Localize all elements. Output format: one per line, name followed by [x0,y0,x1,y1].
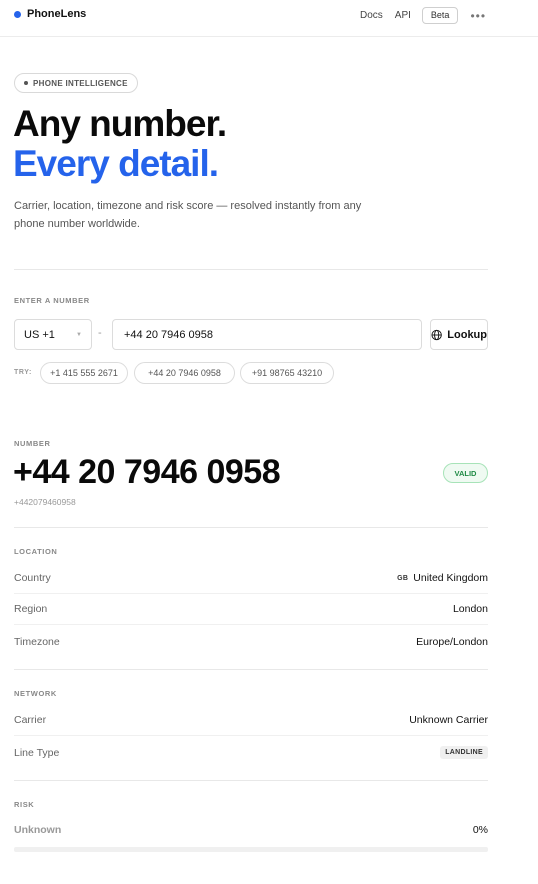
example-chip[interactable]: +91 98765 43210 [240,362,334,384]
country-value: United Kingdom [413,572,488,584]
risk-row: Unknown 0% [14,814,488,845]
country-row: Country GB United Kingdom [14,563,488,594]
raw-number: +442079460958 [14,497,76,507]
more-menu-icon[interactable]: ••• [470,10,486,22]
section-pill: PHONE INTELLIGENCE [14,73,138,93]
country-code-value: US +1 [24,328,55,341]
divider [14,269,488,270]
risk-level: Unknown [14,823,62,836]
example-chip[interactable]: +44 20 7946 0958 [134,362,235,384]
beta-badge[interactable]: Beta [421,7,459,24]
timezone-value: Europe/London [416,635,488,648]
gb-flag-icon: GB [397,574,409,582]
nav-docs-link[interactable]: Docs [360,10,383,21]
line-type-key: Line Type [14,746,60,759]
country-code-select[interactable]: US +1 ▼ [14,319,92,350]
input-separator: - [98,327,102,339]
top-nav: Docs API Beta ••• [360,7,486,24]
hero-title-line2: Every detail. [13,143,219,184]
brand-name: PhoneLens [27,8,87,20]
hero-title-line1: Any number. [13,103,227,144]
pill-label: PHONE INTELLIGENCE [33,78,128,88]
globe-icon [431,329,442,340]
lookup-label: Lookup [447,328,487,341]
carrier-row: Carrier Unknown Carrier [14,705,488,736]
example-chip[interactable]: +1 415 555 2671 [40,362,128,384]
location-label: LOCATION [14,547,58,556]
line-type-tag: LANDLINE [440,746,488,759]
brand-dot-icon [14,10,21,18]
carrier-key: Carrier [14,714,47,726]
region-key: Region [14,603,48,615]
country-key: Country [14,572,51,584]
nav-api-link[interactable]: API [395,10,411,21]
top-bar: PhoneLens Docs API Beta ••• [0,0,538,37]
divider [14,527,488,528]
phone-number-input[interactable] [112,319,422,350]
brand[interactable]: PhoneLens [14,8,86,20]
divider [14,780,488,781]
try-label: TRY: [14,369,32,376]
hero-description: Carrier, location, timezone and risk sco… [14,200,362,230]
risk-label: RISK [14,800,35,809]
valid-status-badge: VALID [443,463,488,483]
caret-down-icon: ▼ [76,331,82,338]
lookup-button[interactable]: Lookup [430,319,488,350]
enter-number-label: ENTER A NUMBER [14,296,90,305]
divider [14,669,488,670]
line-type-row: Line Type LANDLINE [14,737,488,768]
number-label: NUMBER [14,439,51,448]
network-label: NETWORK [14,689,57,698]
risk-score-bar [14,847,488,852]
risk-score: 0% [472,823,488,836]
pill-dot-icon [24,81,28,85]
country-value-wrap: GB United Kingdom [397,572,488,584]
region-value: London [452,603,488,615]
region-row: Region London [14,594,488,625]
formatted-number: +44 20 7946 0958 [13,453,281,491]
carrier-value: Unknown Carrier [409,714,488,726]
timezone-key: Timezone [14,635,60,648]
timezone-row: Timezone Europe/London [14,626,488,657]
